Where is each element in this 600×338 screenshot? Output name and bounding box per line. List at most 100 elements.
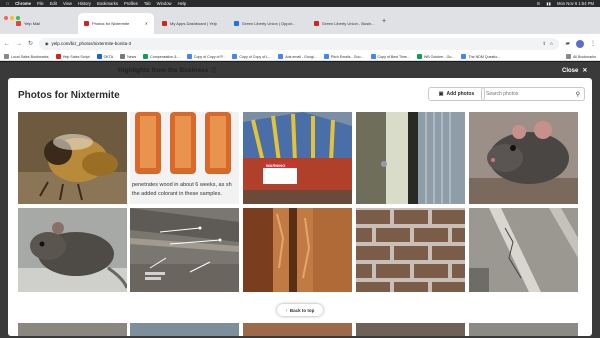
bookmark-local-sales[interactable]: Local Sales Bookmarks	[4, 54, 49, 59]
menu-history[interactable]: History	[78, 1, 91, 6]
extension-icon[interactable]: ▰	[565, 40, 570, 47]
photo-row3-5[interactable]	[469, 323, 578, 336]
bookmark-news[interactable]: News	[120, 54, 136, 59]
photo-treated-wood[interactable]: penetrates wood in about 6 weeks, as sh …	[130, 112, 239, 204]
close-window-button[interactable]	[4, 16, 8, 20]
menu-file[interactable]: File	[37, 1, 44, 6]
bookmark-wb-october[interactable]: WB October - Go...	[416, 54, 454, 59]
bookmark-ndm-questions[interactable]: The NDM Questio...	[461, 54, 500, 59]
clock[interactable]: Mon Nov 6 1:54 PM	[557, 1, 594, 6]
photo-brick-wall[interactable]	[356, 208, 465, 292]
tab-green-liberty-union-opportunity[interactable]: Green Liberty Union | Oppor...	[228, 13, 306, 34]
tab-label: Green Liberty Union - Busin...	[322, 21, 375, 26]
tab-label: Green Liberty Union | Oppor...	[242, 21, 296, 26]
url-text[interactable]: yelp.com/biz_photos/nixtermite-bonita-3	[52, 41, 132, 46]
menu-window[interactable]: Window	[157, 1, 172, 6]
menu-bookmarks[interactable]: Bookmarks	[97, 1, 118, 6]
site-info-icon[interactable]: ◉	[45, 41, 49, 46]
bookmark-okta[interactable]: OKTA	[96, 54, 113, 59]
photo-window-frame[interactable]	[356, 112, 465, 204]
bookmark-pitch-emails[interactable]: Pitch Emails - Goo...	[323, 54, 364, 59]
bookmark-label: All Bookmarks	[573, 54, 596, 59]
folder-icon	[566, 54, 572, 59]
news-icon	[120, 54, 126, 59]
search-photos-field[interactable]: ⚲	[481, 87, 585, 101]
wood-caption-line-2: the added colorant in these samples.	[132, 191, 222, 197]
wifi-icon[interactable]: ☰	[537, 1, 541, 6]
wood-caption-line-1: penetrates wood in about 6 weeks, as sh	[132, 182, 232, 188]
back-to-top-button[interactable]: ↑ Back to top	[277, 304, 323, 316]
yelp-favicon-icon	[55, 54, 61, 59]
bookmark-label: Compensation &...	[150, 54, 180, 59]
docs-icon	[461, 54, 467, 59]
bookmark-label: Copy of Copy of P...	[193, 54, 226, 59]
close-label: Close	[562, 67, 579, 74]
salesforce-favicon-icon	[234, 21, 239, 26]
bookmark-copy-p[interactable]: Copy of Copy of P...	[186, 54, 226, 59]
info-icon: ⓘ	[211, 68, 217, 74]
tab-strip: Yelp Mail Photos for Nixtermite ✕ My App…	[0, 7, 600, 34]
apple-icon[interactable]: 	[6, 1, 9, 6]
docs-icon	[232, 54, 238, 59]
photo-row3-4[interactable]	[356, 323, 465, 336]
tab-yelp-mail[interactable]: Yelp Mail	[10, 13, 76, 34]
photo-bee[interactable]	[18, 112, 127, 204]
forward-icon[interactable]: →	[16, 41, 22, 47]
search-input[interactable]	[486, 91, 576, 97]
tab-green-liberty-union-business[interactable]: Green Liberty Union - Busin...	[308, 13, 378, 34]
photo-crawlspace-diagram[interactable]	[130, 208, 239, 292]
arrow-up-icon: ↑	[285, 307, 288, 313]
mac-menu-bar:  Chrome File Edit View History Bookmark…	[0, 0, 600, 7]
photo-wall-crack[interactable]	[469, 208, 578, 292]
bookmark-label: Yelp Sales Script	[62, 54, 90, 59]
tab-photos-for-nixtermite[interactable]: Photos for Nixtermite ✕	[78, 13, 154, 34]
bookmark-label: News	[127, 54, 137, 59]
docs-icon	[278, 54, 284, 59]
address-bar[interactable]: ◉ yelp.com/biz_photos/nixtermite-bonita-…	[39, 37, 560, 50]
photo-row3-2[interactable]	[130, 323, 239, 336]
bookmark-yelp-sales-script[interactable]: Yelp Sales Script	[55, 54, 90, 59]
battery-icon[interactable]: ▮▮	[546, 1, 551, 6]
photo-row3-3[interactable]	[243, 323, 352, 336]
okta-icon	[96, 54, 102, 59]
photo-rat-on-ledge[interactable]	[18, 208, 127, 292]
add-photos-button[interactable]: ▣ Add photos	[428, 87, 485, 101]
close-tab-icon[interactable]: ✕	[143, 21, 148, 26]
browser-toolbar: ← → ↻ ◉ yelp.com/biz_photos/nixtermite-b…	[0, 34, 600, 53]
docs-icon	[186, 54, 192, 59]
photo-rat-closeup[interactable]	[469, 112, 578, 204]
share-icon[interactable]: ⇧	[543, 41, 547, 47]
bookmark-best-time[interactable]: Copy of Best Time...	[370, 54, 410, 59]
menu-app-name[interactable]: Chrome	[15, 1, 31, 6]
new-tab-button[interactable]: +	[382, 18, 386, 25]
tab-my-apps-dashboard[interactable]: My Apps Dashboard | Yelp	[156, 13, 226, 34]
star-icon[interactable]: ☆	[549, 41, 553, 47]
sheets-icon	[416, 54, 422, 59]
more-menu-icon[interactable]: ⋮	[590, 40, 596, 47]
photo-fumigation-tent[interactable]: WARNING	[243, 112, 352, 204]
tab-label: My Apps Dashboard | Yelp	[170, 21, 217, 26]
all-bookmarks[interactable]: All Bookmarks	[566, 54, 596, 59]
close-button[interactable]: Close ✕	[562, 67, 587, 75]
yelp-favicon-icon	[84, 21, 89, 26]
menu-view[interactable]: View	[63, 1, 72, 6]
profile-icon[interactable]	[576, 39, 584, 48]
docs-icon	[370, 54, 376, 59]
search-icon[interactable]: ⚲	[576, 91, 580, 98]
bookmark-compensation[interactable]: Compensation &...	[143, 54, 180, 59]
photo-row3-1[interactable]	[18, 323, 127, 336]
background-section-heading: Highlights from the Business ⓘ	[118, 67, 216, 74]
menu-help[interactable]: Help	[178, 1, 187, 6]
bookmark-copy-l[interactable]: Copy of Copy of L...	[232, 54, 271, 59]
back-icon[interactable]: ←	[4, 41, 10, 47]
bookmark-label: The NDM Questio...	[468, 54, 501, 59]
menu-tab[interactable]: Tab	[144, 1, 151, 6]
tab-label: Photos for Nixtermite	[92, 21, 130, 26]
photo-termite-damaged-wood[interactable]	[243, 208, 352, 292]
reload-icon[interactable]: ↻	[28, 40, 33, 47]
camera-icon: ▣	[438, 91, 444, 97]
menu-profiles[interactable]: Profiles	[124, 1, 138, 6]
bookmark-ads-email[interactable]: Ads email - Googl...	[278, 54, 317, 59]
menu-edit[interactable]: Edit	[50, 1, 57, 6]
warning-sign-text: WARNING	[266, 163, 285, 168]
